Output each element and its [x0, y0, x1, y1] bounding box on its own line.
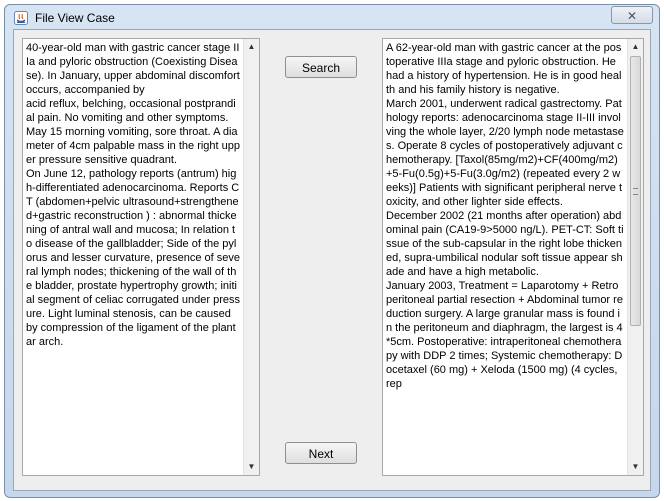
window-title: File View Case: [35, 11, 115, 25]
right-scroll-up-icon[interactable]: ▲: [628, 39, 643, 55]
right-scrollbar[interactable]: ▲ ▼: [627, 39, 643, 475]
left-scroll-up-icon[interactable]: ▲: [244, 39, 259, 55]
right-scroll-thumb[interactable]: [630, 56, 641, 326]
next-button[interactable]: Next: [285, 442, 357, 464]
right-case-textarea[interactable]: A 62-year-old man with gastric cancer at…: [382, 38, 644, 476]
scroll-grip-icon: [633, 188, 638, 195]
right-scroll-down-icon[interactable]: ▼: [628, 459, 643, 475]
left-case-textarea[interactable]: 40-year-old man with gastric cancer stag…: [22, 38, 260, 476]
right-case-text: A 62-year-old man with gastric cancer at…: [386, 42, 624, 390]
left-case-text: 40-year-old man with gastric cancer stag…: [26, 42, 241, 348]
close-button[interactable]: ✕: [611, 6, 653, 24]
close-icon: ✕: [626, 9, 638, 23]
title-bar[interactable]: File View Case ✕: [5, 5, 659, 31]
file-view-case-window: File View Case ✕ 40-year-old man with ga…: [4, 4, 660, 498]
left-scrollbar[interactable]: ▲ ▼: [243, 39, 259, 475]
left-scroll-down-icon[interactable]: ▼: [244, 459, 259, 475]
search-button[interactable]: Search: [285, 56, 357, 78]
content-panel: 40-year-old man with gastric cancer stag…: [13, 29, 651, 491]
java-app-icon: [14, 11, 28, 25]
